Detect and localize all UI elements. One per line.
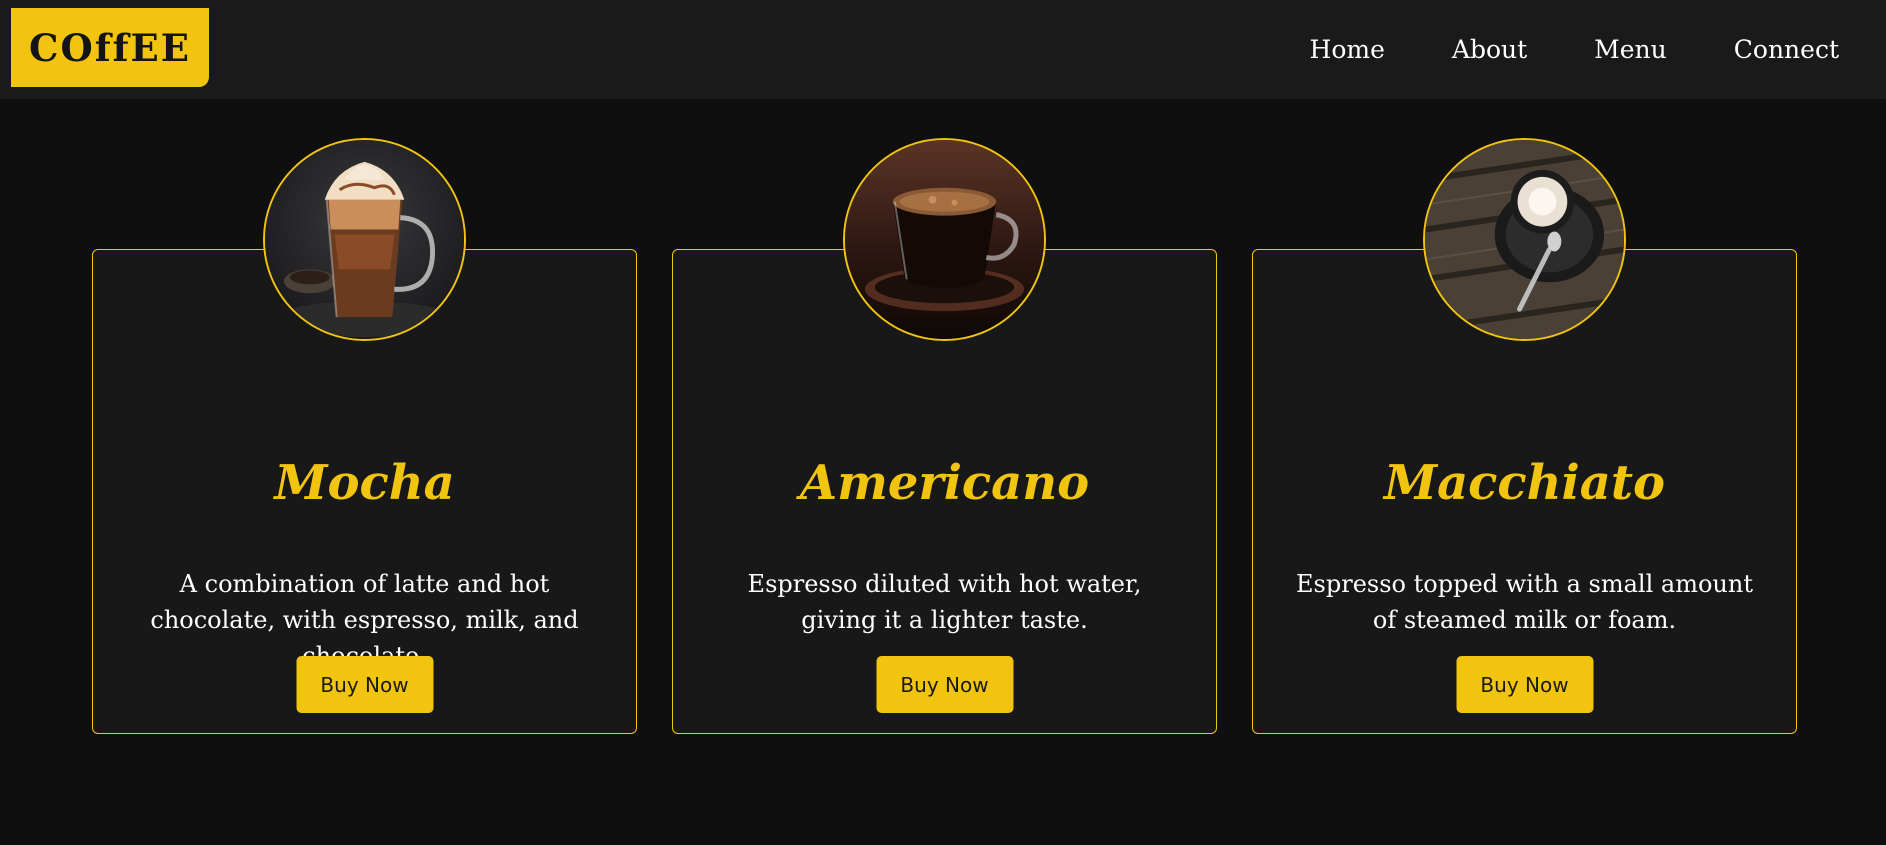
- brand-logo[interactable]: COffEE: [11, 8, 209, 87]
- macchiato-cup-icon: [1425, 140, 1624, 339]
- macchiato-image: [1423, 138, 1626, 341]
- site-header: COffEE Home About Menu Connect: [0, 0, 1886, 99]
- americano-cup-icon: [845, 140, 1044, 339]
- product-title: Mocha: [274, 455, 455, 511]
- nav-link-connect[interactable]: Connect: [1734, 35, 1839, 64]
- nav-link-about[interactable]: About: [1452, 35, 1527, 64]
- buy-now-button[interactable]: Buy Now: [1456, 656, 1593, 713]
- product-title: Americano: [799, 455, 1090, 511]
- buy-now-button[interactable]: Buy Now: [876, 656, 1013, 713]
- mocha-image: [263, 138, 466, 341]
- product-description: Espresso topped with a small amount of s…: [1296, 570, 1753, 634]
- nav-link-home[interactable]: Home: [1310, 35, 1385, 64]
- americano-image: [843, 138, 1046, 341]
- product-description: Espresso diluted with hot water, giving …: [747, 570, 1142, 634]
- main-nav: Home About Menu Connect: [1310, 0, 1839, 99]
- mocha-glass-icon: [265, 140, 464, 339]
- buy-now-button[interactable]: Buy Now: [296, 656, 433, 713]
- product-title: Macchiato: [1383, 455, 1666, 511]
- nav-link-menu[interactable]: Menu: [1594, 35, 1667, 64]
